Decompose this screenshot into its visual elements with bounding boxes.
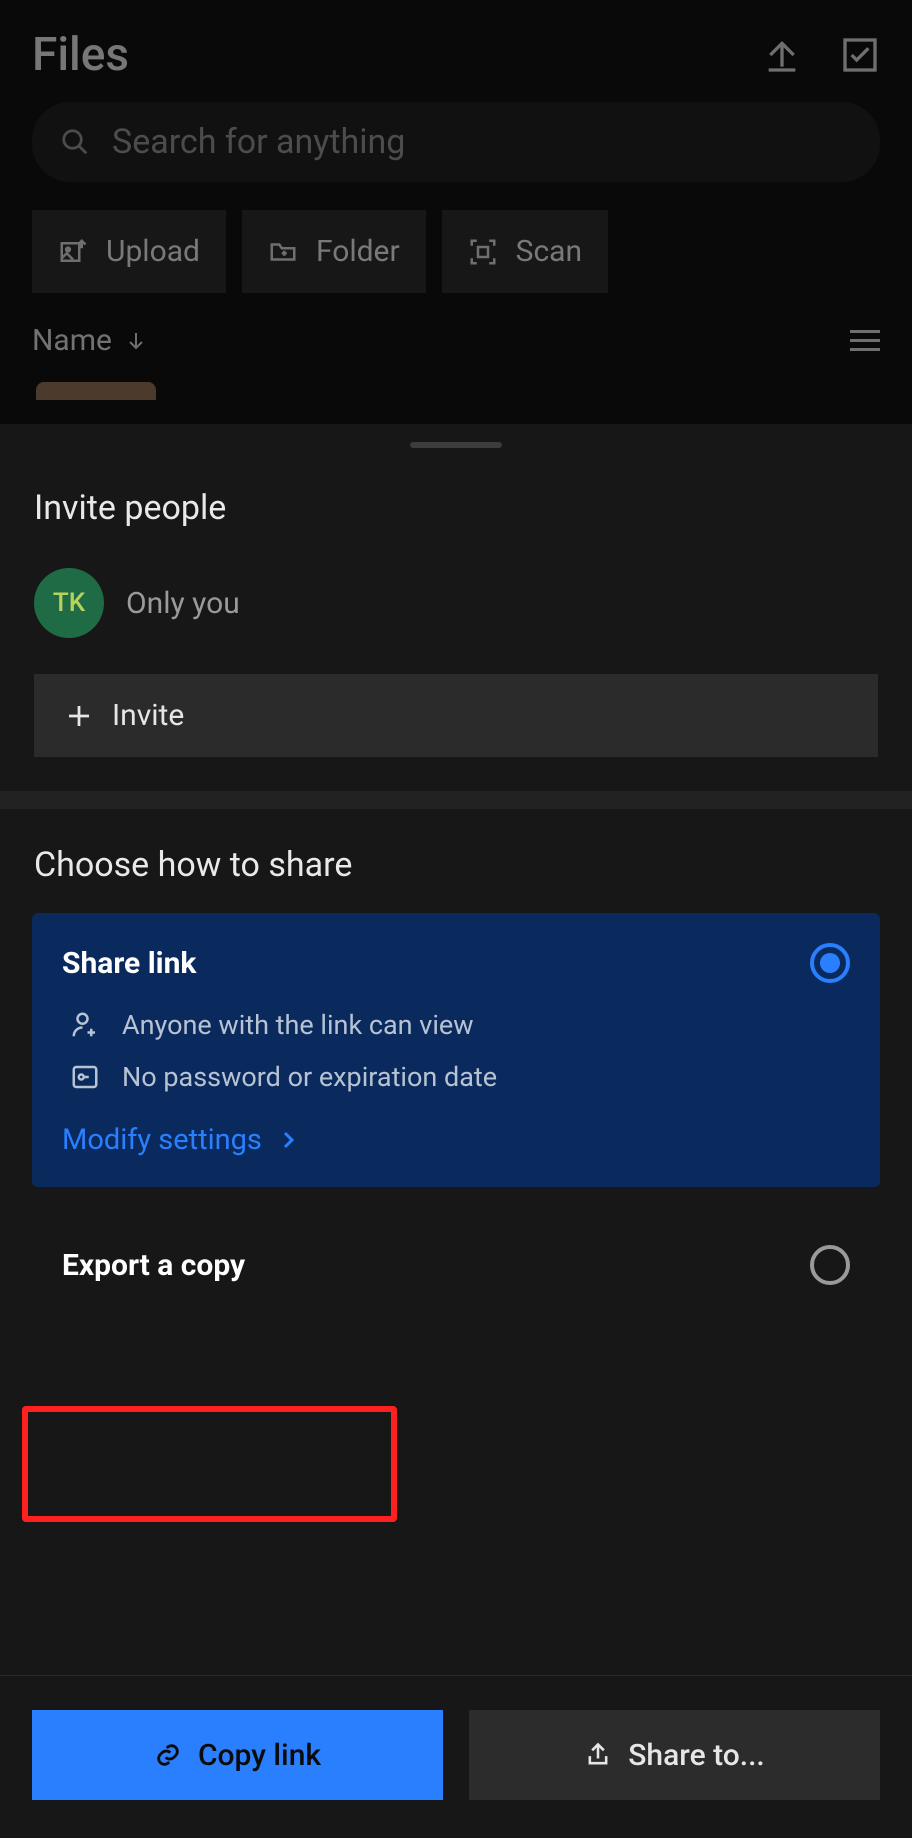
modify-settings-label: Modify settings — [62, 1123, 262, 1157]
upload-button[interactable]: Upload — [32, 210, 226, 293]
image-upload-icon — [58, 237, 88, 267]
search-bar[interactable] — [32, 102, 880, 182]
modify-settings-link[interactable]: Modify settings — [62, 1123, 850, 1157]
page-title: Files — [32, 28, 129, 82]
link-icon — [154, 1741, 182, 1769]
share-to-label: Share to... — [628, 1738, 765, 1773]
scan-label: Scan — [516, 234, 582, 269]
no-password-label: No password or expiration date — [122, 1061, 497, 1093]
column-name-label: Name — [32, 323, 112, 358]
search-input[interactable] — [112, 122, 852, 162]
folder-button[interactable]: Folder — [242, 210, 426, 293]
only-you-label: Only you — [126, 586, 240, 621]
choose-share-title: Choose how to share — [0, 809, 912, 885]
folder-label: Folder — [316, 234, 400, 269]
sort-down-icon — [124, 329, 148, 353]
invite-button[interactable]: Invite — [34, 674, 878, 757]
section-divider — [0, 791, 912, 809]
share-bottom-sheet: Invite people TK Only you Invite Choose … — [0, 424, 912, 1838]
export-copy-title: Export a copy — [62, 1248, 245, 1283]
export-copy-radio[interactable] — [810, 1245, 850, 1285]
scan-button[interactable]: Scan — [442, 210, 608, 293]
invite-people-title: Invite people — [0, 488, 912, 528]
invite-label: Invite — [112, 698, 184, 733]
share-link-option[interactable]: Share link Anyone with the link can view… — [32, 913, 880, 1187]
file-thumbnail-peek — [36, 382, 156, 400]
sheet-grabber[interactable] — [410, 442, 502, 448]
select-mode-icon[interactable] — [840, 35, 880, 75]
view-options-icon[interactable] — [850, 324, 880, 357]
export-copy-option[interactable]: Export a copy — [32, 1215, 880, 1315]
share-link-title: Share link — [62, 946, 196, 981]
column-sort-name[interactable]: Name — [32, 323, 148, 358]
people-row: TK Only you — [0, 528, 912, 638]
safe-icon — [70, 1062, 100, 1092]
avatar[interactable]: TK — [34, 568, 104, 638]
scan-icon — [468, 237, 498, 267]
search-icon — [60, 127, 90, 157]
upload-icon[interactable] — [762, 35, 802, 75]
chevron-right-icon — [276, 1128, 300, 1152]
upload-label: Upload — [106, 234, 200, 269]
copy-link-button[interactable]: Copy link — [32, 1710, 443, 1800]
folder-plus-icon — [268, 237, 298, 267]
share-icon — [584, 1741, 612, 1769]
share-link-radio[interactable] — [810, 943, 850, 983]
share-to-button[interactable]: Share to... — [469, 1710, 880, 1800]
copy-link-label: Copy link — [198, 1738, 321, 1773]
anyone-can-view-label: Anyone with the link can view — [122, 1009, 474, 1041]
bottom-action-bar: Copy link Share to... — [0, 1675, 912, 1838]
person-add-icon — [70, 1010, 100, 1040]
plus-icon — [64, 701, 94, 731]
